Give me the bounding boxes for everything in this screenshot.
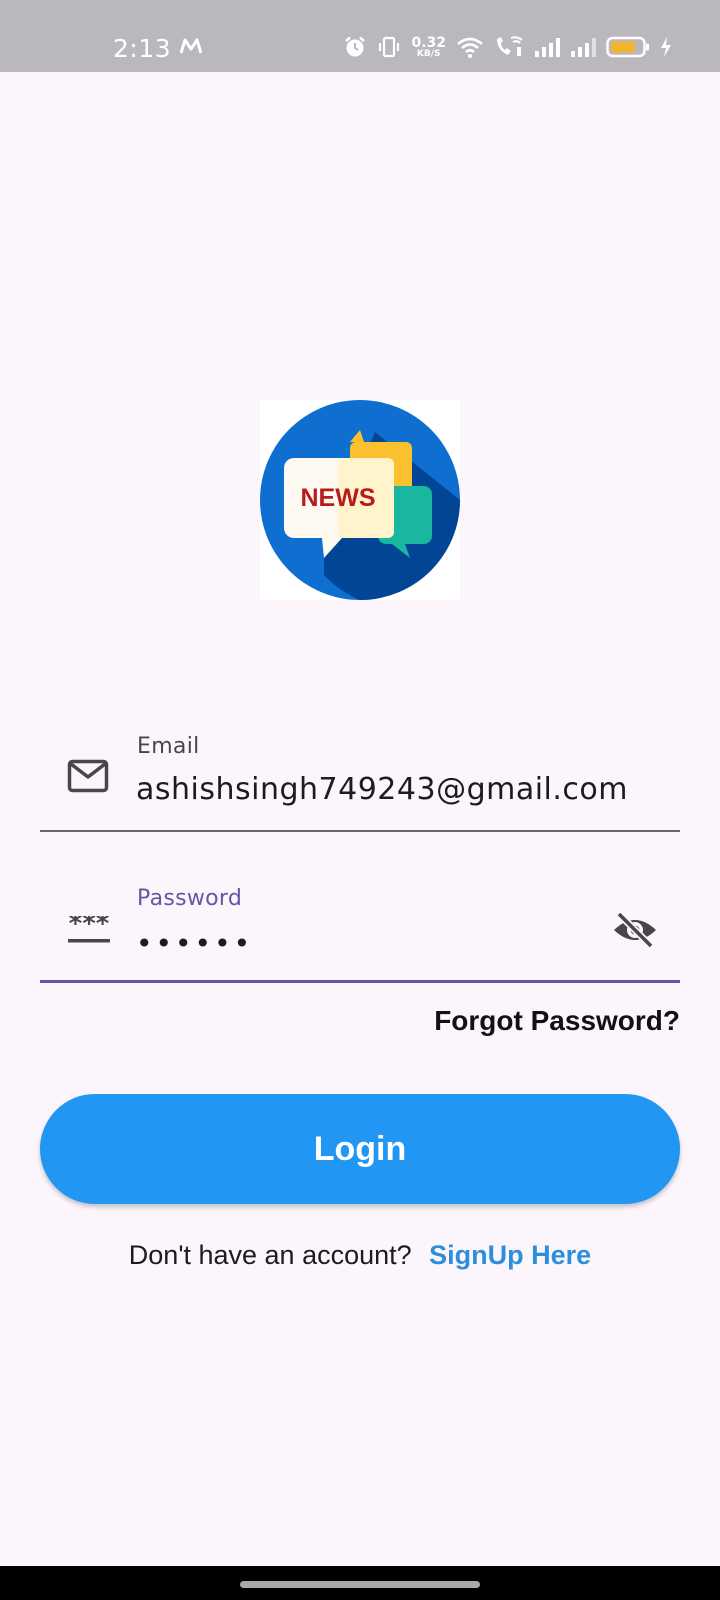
news-logo-image: NEWS	[260, 400, 460, 600]
status-bar: 2:13 0.32 KB/S	[0, 0, 720, 72]
email-input[interactable]	[136, 772, 636, 807]
wifi-calling-icon	[497, 36, 523, 56]
net-speed: 0.32 KB/S	[411, 36, 446, 59]
email-field[interactable]: Email	[40, 720, 680, 832]
home-gesture-handle[interactable]	[240, 1581, 480, 1588]
password-field[interactable]: *** Password ••••••	[40, 872, 680, 983]
signup-link[interactable]: SignUp Here	[429, 1240, 591, 1270]
wifi-icon	[457, 37, 483, 58]
password-label: Password	[137, 886, 243, 911]
vibrate-icon	[379, 36, 400, 58]
signal-icon	[571, 38, 596, 57]
email-label: Email	[137, 734, 200, 759]
navigation-bar	[0, 1566, 720, 1600]
battery-icon	[606, 36, 649, 58]
password-icon: ***	[68, 916, 110, 943]
news-logo-text: NEWS	[301, 484, 376, 512]
password-input[interactable]: ••••••	[136, 927, 636, 960]
login-screen: 2:13 0.32 KB/S NEWS Email ashishsingh749…	[0, 0, 720, 1600]
forgot-password-link[interactable]: Forgot Password?	[434, 1005, 680, 1037]
net-speed-unit: KB/S	[416, 48, 441, 59]
news-logo: NEWS	[260, 400, 460, 600]
net-speed-value: 0.32	[411, 34, 446, 51]
signup-prompt: Don't have an account?	[128, 1240, 412, 1270]
signup-row: Don't have an account? SignUp Here	[0, 1240, 720, 1271]
m-logo-icon	[180, 38, 202, 54]
status-icons: 0.32 KB/S	[343, 30, 672, 64]
status-time: 2:13	[113, 34, 172, 63]
alarm-icon	[345, 36, 366, 57]
signal-icon	[535, 38, 560, 57]
mail-icon	[67, 759, 109, 793]
charging-icon	[661, 37, 671, 57]
svg-text:***: ***	[69, 916, 110, 939]
login-button[interactable]: Login	[40, 1094, 680, 1204]
visibility-off-icon[interactable]	[612, 910, 658, 950]
